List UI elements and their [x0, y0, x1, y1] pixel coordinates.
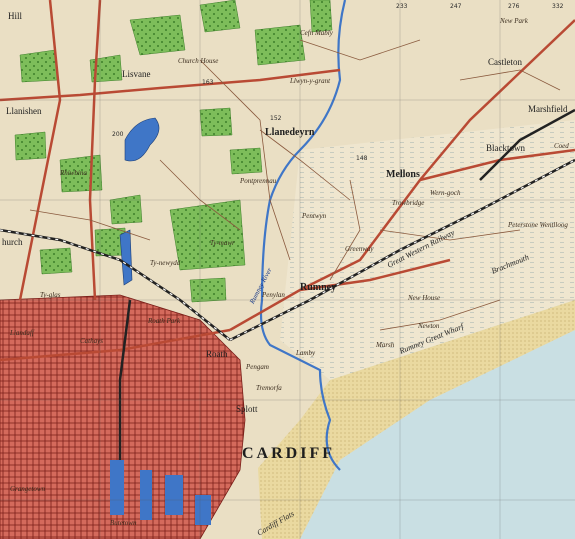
grid-number: 163 [202, 79, 214, 86]
grid-number: 233 [396, 3, 408, 10]
label-ty-newydd: Ty-newydd [150, 259, 181, 267]
label-castleton: Castleton [488, 57, 522, 67]
label-grangetown: Grangetown [10, 485, 45, 493]
map-view[interactable]: CARDIFF Rumney Mellons Llanishen Lisvane… [0, 0, 575, 539]
label-roath-park: Roath Park [148, 317, 181, 325]
label-splott: Splott [236, 404, 258, 414]
label-rumney: Rumney [300, 282, 337, 293]
grid-number: 200 [112, 131, 124, 138]
label-marsh: Marsh [376, 341, 395, 349]
label-pontprennau: Pontprennau [240, 177, 277, 185]
label-newton: Newton [418, 322, 440, 330]
label-lamby: Lamby [296, 349, 316, 357]
grid-number: 276 [508, 3, 520, 10]
label-butetown: Butetown [110, 519, 137, 527]
label-st-mellons: Mellons [386, 169, 420, 180]
label-llanedeyrn: Llanedeyrn [265, 127, 315, 138]
label-ty-mawr: Ty-mawr [210, 239, 235, 247]
label-tremorfa: Tremorfa [256, 384, 282, 392]
grid-number: 247 [450, 3, 462, 10]
label-roath: Roath [206, 349, 228, 359]
label-lisvane: Lisvane [122, 69, 151, 79]
grid-number: 152 [270, 115, 282, 122]
label-wern-goch: Wern-goch [430, 189, 461, 197]
label-hill: Hill [8, 11, 23, 21]
label-cardiff: CARDIFF [242, 445, 335, 462]
label-ty-glas: Ty-glas [40, 291, 61, 299]
label-llandaff: Llandaff [10, 329, 34, 337]
label-pentwyn: Pentwyn [302, 212, 327, 220]
label-llanishen: Llanishen [6, 106, 42, 116]
label-greenway: Greenway [345, 245, 374, 253]
label-blacktown: Blacktown [486, 143, 525, 153]
grid-number: 148 [356, 155, 368, 162]
label-trowbridge: Trowbridge [392, 199, 425, 207]
label-cefn-mably: Cefn Mably [300, 29, 333, 37]
label-church-house: Church House [178, 57, 219, 65]
label-coed: Coed [554, 142, 569, 150]
label-rhiwbina: Rhiwbina [60, 169, 87, 177]
label-llwyn-y-grant: Llwyn-y-grant [290, 77, 331, 85]
label-marshfield: Marshfield [528, 104, 568, 114]
grid-number: 332 [552, 3, 564, 10]
label-new-house: New House [408, 294, 441, 302]
label-new-park: New Park [500, 17, 528, 25]
label-peterstone: Peterstone Wentlloog [508, 221, 568, 229]
label-pengam: Pengam [246, 363, 269, 371]
label-whitchurch: hurch [2, 237, 23, 247]
label-penylan: Penylan [262, 291, 285, 299]
label-cathays: Cathays [80, 337, 103, 345]
